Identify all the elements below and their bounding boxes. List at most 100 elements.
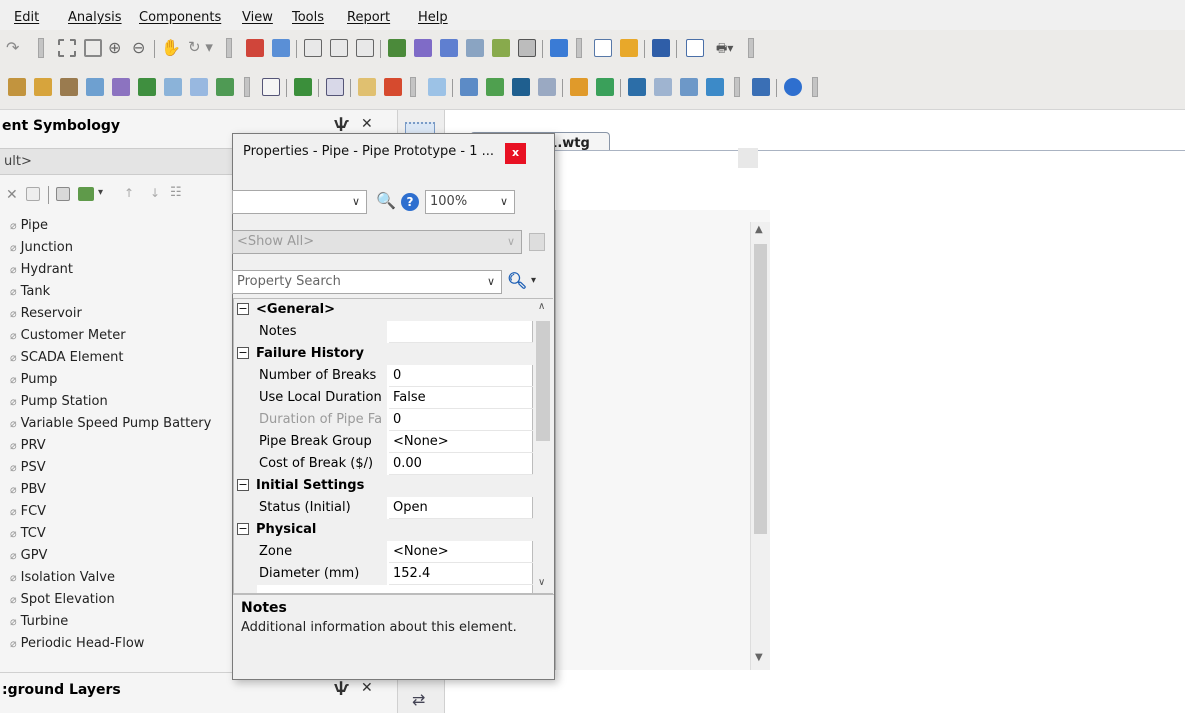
move-down-icon[interactable]: ↓ — [150, 186, 160, 200]
behind-scrollbar[interactable]: ▲ ▼ — [750, 222, 770, 670]
property-row-pipe-break-group[interactable]: Pipe Break Group <None> — [234, 431, 534, 453]
menu-components[interactable]: Components — [139, 10, 221, 25]
property-row-status-initial[interactable]: Status (Initial) Open — [234, 497, 534, 519]
tree-item-pump-station[interactable]: ⌀ Pump Station — [10, 394, 108, 409]
water-quality-icon[interactable] — [512, 78, 530, 96]
category-initial-settings[interactable]: − Initial Settings — [234, 475, 534, 497]
menu-edit[interactable]: Edit — [14, 10, 39, 25]
filter-combo[interactable]: <Show All> ∨ — [232, 230, 522, 254]
delete-icon[interactable]: ✕ — [6, 187, 18, 203]
redo-icon[interactable]: ↷ — [6, 38, 19, 57]
valve-tool-icon[interactable] — [164, 78, 182, 96]
layer-icon[interactable] — [246, 39, 264, 57]
junction-tool-icon[interactable] — [34, 78, 52, 96]
zoom-in-icon[interactable]: ⊕ — [108, 38, 121, 57]
menu-tools[interactable]: Tools — [292, 10, 324, 25]
scroll-down-icon[interactable]: ▼ — [755, 652, 763, 663]
tree-item-prv[interactable]: ⌀ PRV — [10, 438, 46, 453]
category-general[interactable]: − <General> — [234, 299, 534, 321]
zoom-to-icon[interactable]: 🔍 — [376, 191, 396, 210]
scroll-up-icon[interactable]: ∧ — [538, 301, 545, 312]
property-row-cost-of-break[interactable]: Cost of Break ($/) 0.00 — [234, 453, 534, 475]
properties-icon[interactable] — [550, 39, 568, 57]
skelebrator-icon[interactable] — [628, 78, 646, 96]
collapse-icon[interactable]: − — [237, 523, 249, 535]
zoom-window-icon[interactable] — [84, 39, 102, 57]
tree-item-isolation-valve[interactable]: ⌀ Isolation Valve — [10, 570, 115, 585]
drawing-close-button[interactable] — [738, 148, 758, 168]
property-row-duration-of-pipe-failure[interactable]: Duration of Pipe Fa 0 — [234, 409, 534, 431]
collapse-icon[interactable]: − — [237, 347, 249, 359]
tree-item-pump[interactable]: ⌀ Pump — [10, 372, 57, 387]
property-value[interactable]: 0.00 — [389, 453, 534, 475]
toolbar-grip[interactable] — [244, 77, 250, 97]
table-icon[interactable] — [330, 39, 348, 57]
darwin-icon[interactable] — [706, 78, 724, 96]
help-icon[interactable] — [784, 78, 802, 96]
search-icon[interactable]: 🔍︎ — [507, 271, 527, 290]
close-icon[interactable]: ✕ — [361, 116, 373, 132]
collapse-icon[interactable]: − — [237, 479, 249, 491]
toolbar-grip[interactable] — [226, 38, 232, 58]
property-row-use-local-duration[interactable]: Use Local Duration False — [234, 387, 534, 409]
map-icon[interactable] — [272, 39, 290, 57]
report-icon[interactable] — [304, 39, 322, 57]
query-icon[interactable] — [356, 39, 374, 57]
energy-icon[interactable] — [486, 78, 504, 96]
image-icon[interactable] — [492, 39, 510, 57]
expand-icon[interactable]: ☷ — [170, 185, 182, 200]
tree-item-junction[interactable]: ⌀ Junction — [10, 240, 73, 255]
property-row-diameter[interactable]: Diameter (mm) 152.4 — [234, 563, 534, 585]
save-icon[interactable] — [652, 39, 670, 57]
toolbar-grip[interactable] — [748, 38, 754, 58]
menu-help[interactable]: Help — [418, 10, 448, 25]
new-file-icon[interactable] — [594, 39, 612, 57]
property-value[interactable]: 0 — [389, 409, 534, 431]
property-value[interactable]: False — [389, 387, 534, 409]
hydrant-tool-icon[interactable] — [60, 78, 78, 96]
edit-filter-icon[interactable] — [529, 233, 545, 251]
tree-item-hydrant[interactable]: ⌀ Hydrant — [10, 262, 73, 277]
pipe-layout-icon[interactable] — [8, 78, 26, 96]
property-row-zone[interactable]: Zone <None> — [234, 541, 534, 563]
toolbar-grip[interactable] — [38, 38, 44, 58]
user-data-icon[interactable] — [752, 78, 770, 96]
property-grid-scrollbar[interactable]: ∧ ∨ — [533, 298, 553, 594]
zoom-out-icon[interactable]: ⊖ — [132, 38, 145, 57]
fire-flow-icon[interactable] — [538, 78, 556, 96]
meter-tool-icon[interactable] — [216, 78, 234, 96]
property-value[interactable]: Open — [389, 497, 534, 519]
trex-icon[interactable] — [654, 78, 672, 96]
pin-icon[interactable]: ѱ — [334, 116, 349, 132]
scroll-down-icon[interactable]: ∨ — [538, 577, 545, 588]
pan-icon[interactable]: ✋ — [161, 38, 181, 57]
property-value[interactable]: 152.4 — [389, 563, 534, 585]
scroll-thumb[interactable] — [754, 244, 767, 534]
tree-item-gpv[interactable]: ⌀ GPV — [10, 548, 47, 563]
property-row-number-of-breaks[interactable]: Number of Breaks 0 — [234, 365, 534, 387]
tree-item-vspb[interactable]: ⌀ Variable Speed Pump Battery — [10, 416, 211, 431]
new-symbology-icon[interactable] — [78, 187, 94, 201]
scroll-up-icon[interactable]: ▲ — [755, 224, 763, 235]
select-region-icon[interactable] — [58, 39, 76, 57]
zoom-combo[interactable]: 100% ∨ — [425, 190, 515, 214]
dropdown-arrow-icon[interactable]: ▾ — [98, 187, 103, 198]
cycle-icon[interactable]: ⇄ — [412, 690, 425, 709]
tree-item-fcv[interactable]: ⌀ FCV — [10, 504, 46, 519]
element-selector[interactable]: ∨ — [232, 190, 367, 214]
menu-view[interactable]: View — [242, 10, 273, 25]
tree-item-pipe[interactable]: ⌀ Pipe — [10, 218, 48, 233]
refresh-icon[interactable]: ↻ ▾ — [188, 38, 213, 56]
optimization-icon[interactable] — [596, 78, 614, 96]
help-icon[interactable]: ? — [401, 193, 419, 211]
toolbar-grip[interactable] — [734, 77, 740, 97]
calibration-icon[interactable] — [570, 78, 588, 96]
edit-icon[interactable] — [56, 187, 70, 201]
tree-item-spot-elevation[interactable]: ⌀ Spot Elevation — [10, 592, 115, 607]
property-value[interactable] — [389, 321, 534, 343]
search-options-icon[interactable]: ▾ — [531, 275, 536, 286]
tree-item-reservoir[interactable]: ⌀ Reservoir — [10, 306, 82, 321]
reservoir-tool-icon[interactable] — [112, 78, 130, 96]
collapse-icon[interactable]: − — [237, 303, 249, 315]
tree-item-periodic-head-flow[interactable]: ⌀ Periodic Head-Flow — [10, 636, 144, 651]
